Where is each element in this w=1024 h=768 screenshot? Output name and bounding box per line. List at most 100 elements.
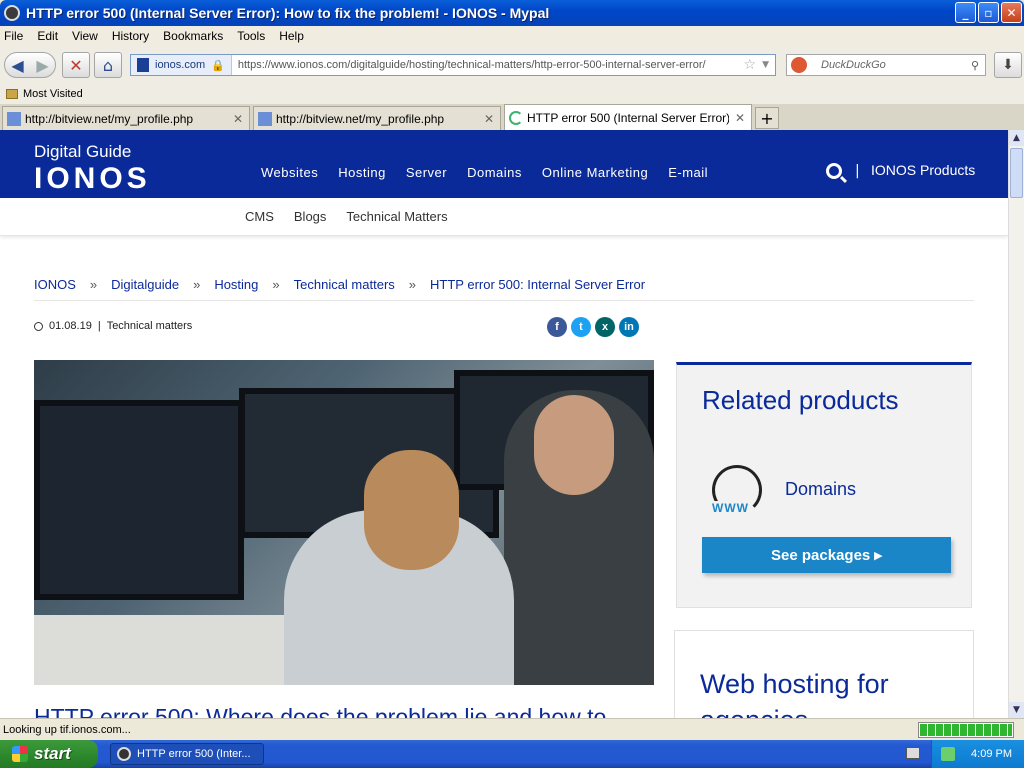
facebook-icon[interactable]: f: [547, 317, 567, 337]
duckduckgo-icon[interactable]: [791, 57, 807, 73]
stop-button[interactable]: ✕: [62, 52, 90, 78]
scroll-up-icon[interactable]: ▲: [1009, 130, 1024, 146]
person-head-shape: [534, 395, 614, 495]
see-packages-button[interactable]: See packages ▸: [702, 537, 951, 573]
menu-view[interactable]: View: [72, 29, 98, 43]
ionos-logo[interactable]: IONOS: [34, 162, 151, 196]
menu-file[interactable]: File: [4, 29, 23, 43]
menu-help[interactable]: Help: [279, 29, 304, 43]
breadcrumb-separator: »: [89, 277, 98, 292]
status-bar: Looking up tif.ionos.com...: [0, 718, 1024, 740]
minimize-button[interactable]: _: [955, 2, 976, 23]
loading-progress-bar: [918, 722, 1014, 738]
mypal-app-icon: [117, 747, 131, 761]
menu-bookmarks[interactable]: Bookmarks: [163, 29, 223, 43]
page-viewport: Digital Guide IONOS Websites Hosting Ser…: [0, 130, 1008, 718]
domains-link[interactable]: Domains: [785, 479, 856, 500]
main-nav: Websites Hosting Server Domains Online M…: [261, 165, 708, 180]
nav-domains[interactable]: Domains: [467, 165, 522, 180]
menu-history[interactable]: History: [112, 29, 149, 43]
breadcrumb-digitalguide[interactable]: Digitalguide: [111, 277, 179, 292]
article-title: HTTP error 500: Where does the problem l…: [34, 704, 607, 718]
nav-online-marketing[interactable]: Online Marketing: [542, 165, 648, 180]
network-icon[interactable]: [941, 747, 956, 761]
article-category[interactable]: Technical matters: [107, 320, 193, 332]
nav-email[interactable]: E-mail: [668, 165, 708, 180]
sub-nav: CMS Blogs Technical Matters: [0, 198, 1008, 236]
bookmark-star-icon[interactable]: ☆: [744, 57, 757, 73]
breadcrumb-hosting[interactable]: Hosting: [214, 277, 258, 292]
subnav-cms[interactable]: CMS: [245, 209, 274, 224]
new-tab-button[interactable]: +: [755, 107, 779, 129]
url-dropdown-icon[interactable]: ▼: [762, 60, 769, 70]
windows-flag-icon: [12, 746, 28, 762]
nav-hosting[interactable]: Hosting: [338, 165, 386, 180]
window-titlebar[interactable]: HTTP error 500 (Internal Server Error): …: [0, 0, 1024, 26]
lock-icon: 🔒: [211, 59, 225, 72]
menu-edit[interactable]: Edit: [37, 29, 58, 43]
nav-websites[interactable]: Websites: [261, 165, 318, 180]
search-icon[interactable]: ⚲: [971, 59, 979, 72]
vertical-scrollbar[interactable]: ▲ ▼: [1008, 130, 1024, 718]
share-buttons: f t x in: [547, 317, 639, 337]
related-products-heading: Related products: [702, 385, 899, 415]
search-placeholder: DuckDuckGo: [821, 59, 886, 71]
site-identity[interactable]: ionos.com 🔒: [131, 55, 232, 75]
url-text[interactable]: https://www.ionos.com/digitalguide/hosti…: [232, 59, 744, 71]
maximize-button[interactable]: ▫: [978, 2, 999, 23]
windows-taskbar: start HTTP error 500 (Inter... 4:09 PM: [0, 740, 1024, 768]
breadcrumb-separator: »: [408, 277, 417, 292]
subnav-technical-matters[interactable]: Technical Matters: [346, 209, 447, 224]
scroll-down-icon[interactable]: ▼: [1009, 702, 1024, 718]
ionos-products-link[interactable]: IONOS Products: [871, 162, 975, 178]
scroll-thumb[interactable]: [1010, 148, 1023, 198]
start-label: start: [34, 744, 71, 763]
progress-fill: [920, 724, 1012, 736]
linkedin-icon[interactable]: in: [619, 317, 639, 337]
downloads-button[interactable]: ⬇: [994, 52, 1022, 78]
subnav-blogs[interactable]: Blogs: [294, 209, 327, 224]
start-button[interactable]: start: [0, 740, 98, 768]
menu-bar: File Edit View History Bookmarks Tools H…: [0, 26, 1024, 46]
forward-arrow-icon[interactable]: ▶: [36, 52, 48, 78]
tab-close-icon[interactable]: ✕: [484, 112, 494, 126]
status-text: Looking up tif.ionos.com...: [3, 723, 131, 736]
logo-subtitle[interactable]: Digital Guide: [34, 142, 131, 162]
xing-icon[interactable]: x: [595, 317, 615, 337]
breadcrumb: IONOS » Digitalguide » Hosting » Technic…: [34, 277, 974, 301]
breadcrumb-separator: »: [272, 277, 280, 292]
bitview-icon: [258, 111, 272, 126]
taskbar-item-mypal[interactable]: HTTP error 500 (Inter...: [110, 743, 264, 765]
back-arrow-icon[interactable]: ◀: [11, 52, 23, 78]
tray-clock[interactable]: 4:09 PM: [971, 748, 1012, 760]
tab-bitview-2[interactable]: http://bitview.net/my_profile.php ✕: [253, 106, 501, 130]
twitter-icon[interactable]: t: [571, 317, 591, 337]
tab-bitview-1[interactable]: http://bitview.net/my_profile.php ✕: [2, 106, 250, 130]
nav-server[interactable]: Server: [406, 165, 447, 180]
bookmarks-toolbar: Most Visited: [0, 84, 1024, 104]
keyboard-icon[interactable]: [906, 747, 920, 759]
plus-icon: +: [760, 108, 774, 128]
breadcrumb-ionos[interactable]: IONOS: [34, 277, 76, 292]
tab-close-icon[interactable]: ✕: [233, 112, 243, 126]
breadcrumb-technical-matters[interactable]: Technical matters: [294, 277, 395, 292]
search-input[interactable]: DuckDuckGo ⚲: [786, 54, 986, 76]
tab-strip: http://bitview.net/my_profile.php ✕ http…: [0, 104, 1024, 130]
tab-label: http://bitview.net/my_profile.php: [25, 111, 194, 126]
mypal-app-icon: [4, 5, 20, 21]
folder-icon: [6, 89, 18, 99]
tab-close-icon[interactable]: ✕: [735, 111, 745, 125]
web-hosting-box: Web hosting for agencies: [674, 630, 974, 718]
home-button[interactable]: ⌂: [94, 52, 122, 78]
download-arrow-icon: ⬇: [1002, 57, 1014, 73]
article-hero-image: [34, 360, 654, 685]
close-button[interactable]: ✕: [1001, 2, 1022, 23]
web-hosting-heading: Web hosting for: [700, 669, 889, 699]
most-visited-bookmark[interactable]: Most Visited: [23, 88, 83, 100]
site-search-icon[interactable]: [826, 163, 842, 179]
tab-ionos-active[interactable]: HTTP error 500 (Internal Server Error): …: [504, 104, 752, 130]
breadcrumb-current: HTTP error 500: Internal Server Error: [430, 277, 646, 292]
menu-tools[interactable]: Tools: [237, 29, 265, 43]
header-divider: |: [855, 163, 860, 179]
url-bar[interactable]: ionos.com 🔒 https://www.ionos.com/digita…: [130, 54, 776, 76]
